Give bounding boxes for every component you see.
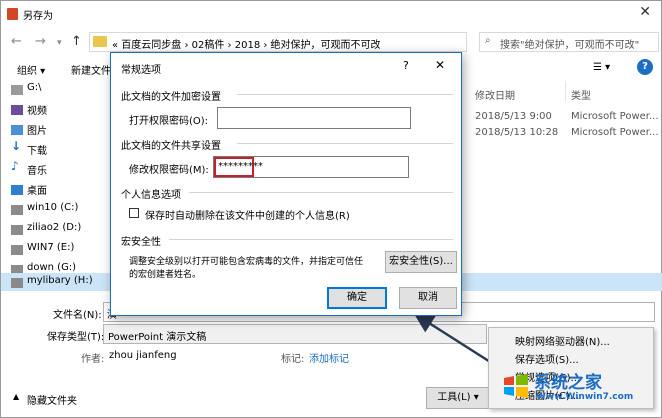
privacy-checkbox[interactable] [129, 208, 139, 218]
modify-password-value: ********* [214, 157, 263, 177]
section-divider [237, 94, 453, 95]
macro-description-line2: 的宏创建者姓名。 [129, 270, 202, 280]
watermark-url: Www.Winwin7.com [536, 392, 634, 402]
dialog-help-button[interactable]: ? [403, 59, 409, 72]
dialog-close-button[interactable]: ✕ [435, 58, 445, 72]
section-divider [237, 143, 453, 144]
dialog-title: 常规选项 [121, 65, 161, 76]
windows-logo-icon [504, 374, 528, 398]
macro-security-button[interactable]: 宏安全性(S)... [385, 251, 457, 273]
modify-password-label: 修改权限密码(M): [129, 165, 209, 176]
macro-section-heading: 宏安全性 [121, 237, 161, 248]
encrypt-section-heading: 此文档的文件加密设置 [121, 92, 221, 103]
ok-button[interactable]: 确定 [327, 287, 387, 309]
general-options-dialog: 常规选项 ? ✕ 此文档的文件加密设置 打开权限密码(O): 此文档的文件共享设… [110, 52, 462, 316]
share-section-heading: 此文档的文件共享设置 [121, 141, 221, 152]
section-divider [189, 192, 453, 193]
open-password-label: 打开权限密码(O): [129, 116, 209, 127]
privacy-section-heading: 个人信息选项 [121, 190, 181, 201]
open-password-field[interactable] [217, 107, 411, 129]
cancel-button[interactable]: 取消 [399, 287, 457, 309]
watermark: 系统之家 Www.Winwin7.com [498, 362, 660, 414]
macro-description-line1: 调整安全级别以打开可能包含宏病毒的文件，并指定可信任 [129, 257, 364, 267]
section-divider [169, 239, 453, 240]
privacy-checkbox-label[interactable]: 保存时自动删除在该文件中创建的个人信息(R) [145, 207, 350, 222]
menu-item-map-network-drive[interactable]: 映射网络驱动器(N)... [515, 333, 610, 351]
watermark-brand: 系统之家 [534, 373, 602, 393]
modify-password-field[interactable]: ********* [213, 156, 409, 178]
